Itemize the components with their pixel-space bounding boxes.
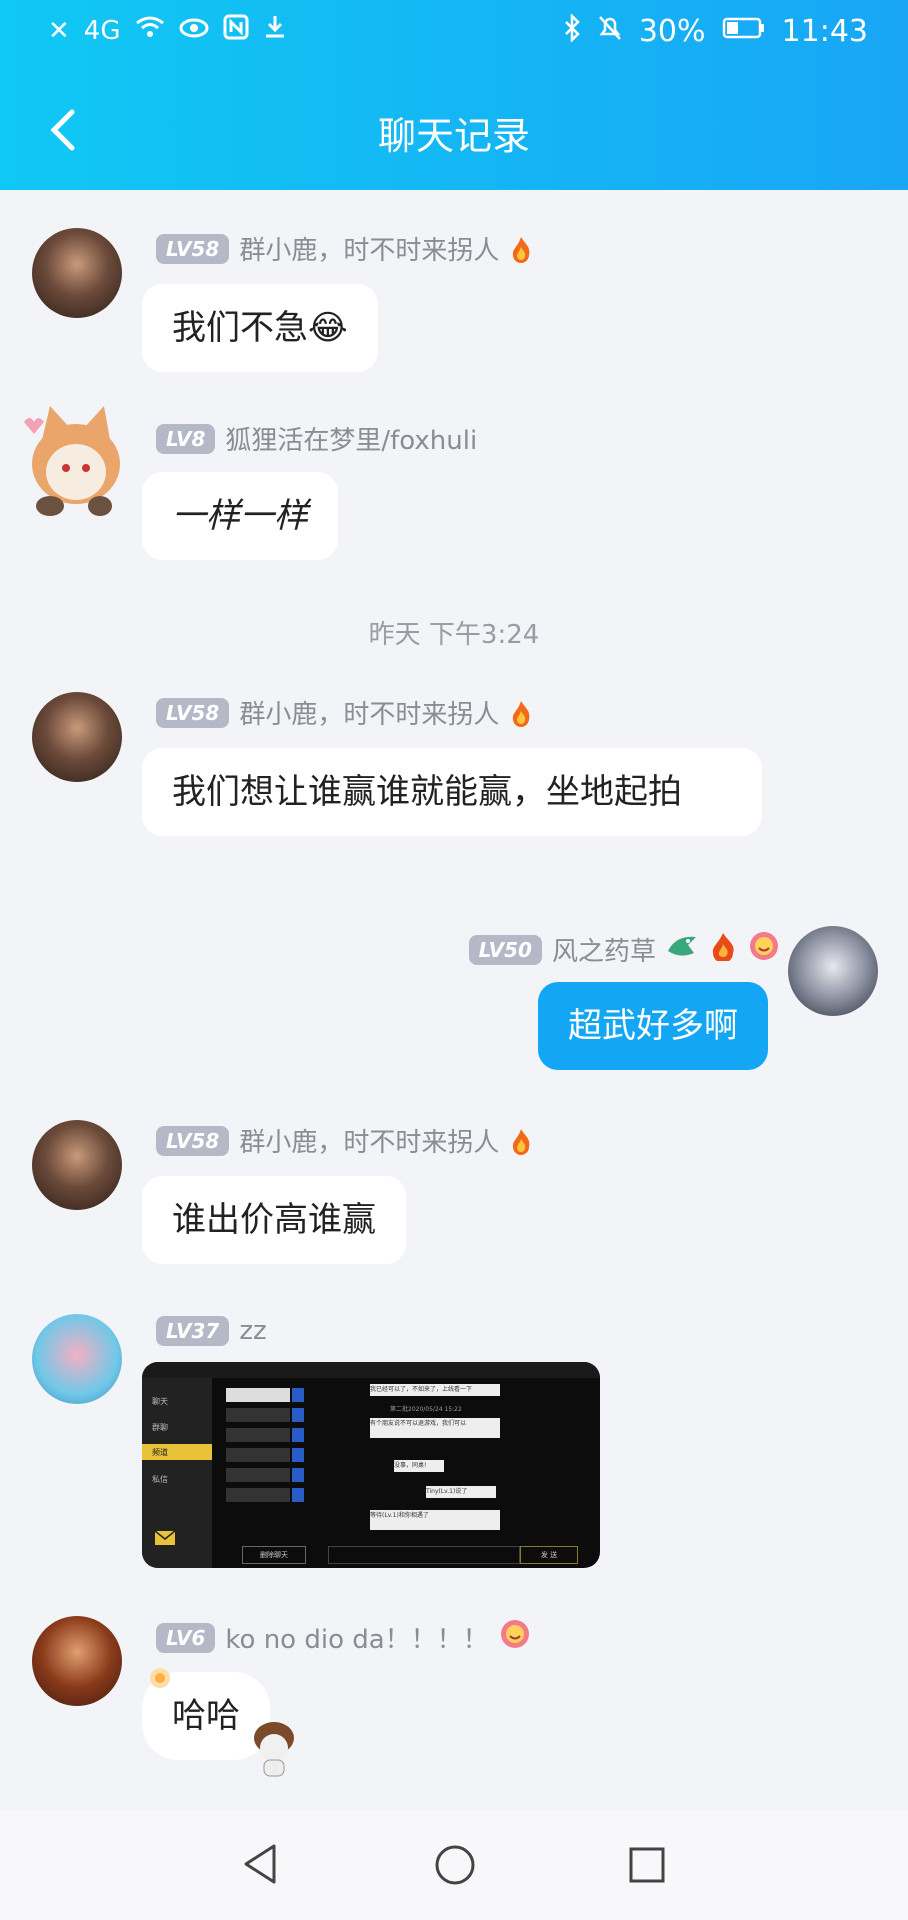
sender-name[interactable]: 群小鹿，时不时来拐人 [239, 230, 499, 267]
image-chat-line: 我已经可以了，不如来了，上线看一下 [370, 1384, 500, 1396]
flame-icon [509, 1127, 533, 1155]
sender-name[interactable]: 群小鹿，时不时来拐人 [239, 1122, 499, 1159]
image-tab: 群聊 [152, 1423, 168, 1432]
avatar[interactable] [32, 692, 122, 782]
image-channel-list [226, 1388, 290, 1518]
flame-icon [509, 699, 533, 727]
sender-line: LV58 群小鹿，时不时来拐人 [156, 230, 533, 267]
bluetooth-icon [563, 12, 581, 49]
level-badge: LV8 [156, 423, 216, 454]
image-tab-active: 频道 [142, 1444, 212, 1460]
image-message[interactable]: 聊天 群聊 频道 私信 我已经可以了，不如来了，上线看一下 第二批2020/05… [142, 1362, 600, 1568]
level-badge: LV6 [156, 1622, 216, 1653]
sender-line: LV37 zz [156, 1316, 267, 1346]
system-nav-bar [0, 1810, 908, 1920]
sender-name[interactable]: zz [239, 1316, 266, 1346]
nav-home-button[interactable] [434, 1844, 476, 1890]
avatar[interactable] [32, 1120, 122, 1210]
flower-badge-icon [499, 1618, 531, 1657]
image-tab: 私信 [152, 1475, 168, 1484]
circle-home-icon [435, 1845, 475, 1885]
image-sidebar: 聊天 群聊 频道 私信 [142, 1378, 212, 1568]
dragon-badge-icon [666, 931, 698, 968]
status-left: ✕ 4G [48, 14, 287, 47]
nav-back-button[interactable] [240, 1842, 280, 1890]
my-message-bubble[interactable]: 超武好多啊 [538, 982, 768, 1070]
bubble-pet-icon [248, 1718, 300, 1784]
image-send-button: 发 送 [520, 1546, 578, 1564]
triangle-back-icon [244, 1844, 276, 1884]
message-bubble[interactable]: 我们不急😂 [142, 284, 378, 372]
signal-4g-icon: 4G [83, 15, 121, 46]
page-title: 聊天记录 [377, 114, 530, 158]
image-mail-icon [154, 1530, 176, 1550]
nav-recents-button[interactable] [628, 1846, 666, 1888]
image-input [328, 1546, 520, 1564]
image-clear-button: 删除聊天 [242, 1546, 306, 1564]
sender-line: LV6 ko no dio da！！！！ [156, 1618, 531, 1657]
image-chat-line: 有个朋友说不可以退游戏，我们可以 [370, 1418, 500, 1438]
square-recents-icon [629, 1847, 665, 1883]
level-badge: LV58 [156, 697, 230, 728]
status-right: 30% 11:43 [563, 12, 868, 49]
download-icon [263, 14, 287, 47]
image-chat-line: Tiny(Lv.1)说了 [426, 1486, 496, 1498]
no-sim-icon: ✕ [48, 15, 70, 46]
avatar[interactable] [32, 1616, 122, 1706]
sender-line: LV58 群小鹿，时不时来拐人 [156, 694, 533, 731]
message-bubble[interactable]: 谁出价高谁赢 [142, 1176, 406, 1264]
fox-avatar-icon [24, 406, 120, 516]
flame-icon [509, 235, 533, 263]
my-avatar[interactable] [788, 926, 878, 1016]
bubble-spark-icon [146, 1664, 174, 1696]
battery-icon [722, 16, 766, 47]
sender-line: LV58 群小鹿，时不时来拐人 [156, 1122, 533, 1159]
level-badge: LV37 [156, 1316, 230, 1346]
image-chat-line: 等待(Lv.1)和你相遇了 [370, 1510, 500, 1530]
avatar[interactable] [32, 1314, 122, 1404]
sender-name[interactable]: 风之药草 [552, 931, 656, 968]
mute-bell-icon [597, 14, 623, 49]
sender-line: LV8 狐狸活在梦里/foxhuli [156, 420, 477, 457]
sender-name[interactable]: 狐狸活在梦里/foxhuli [225, 420, 477, 457]
time-divider: 昨天 下午3:24 [368, 620, 540, 650]
image-user-icons [292, 1388, 304, 1518]
level-badge: LV58 [156, 1125, 230, 1156]
wifi-icon [135, 15, 165, 46]
clock: 11:43 [781, 14, 868, 49]
image-chat-line: 第二批2020/05/24 15:22 [390, 1406, 462, 1413]
sender-line: LV50 风之药草 [468, 930, 780, 969]
fire-badge-icon [708, 931, 738, 968]
avatar[interactable] [20, 400, 132, 522]
status-bar: ✕ 4G 30% 11:43 [0, 0, 908, 80]
image-tab: 聊天 [152, 1397, 168, 1406]
eye-icon [179, 16, 209, 46]
level-badge: LV58 [156, 233, 230, 264]
image-chat-line: 没事，同桌! [394, 1460, 444, 1472]
sender-name[interactable]: ko no dio da！！！！ [225, 1619, 488, 1656]
message-bubble[interactable]: 我们想让谁赢谁就能赢，坐地起拍 [142, 748, 762, 836]
battery-percent: 30% [638, 14, 706, 49]
nfc-icon [223, 14, 249, 47]
sender-name[interactable]: 群小鹿，时不时来拐人 [239, 694, 499, 731]
image-topbar [142, 1362, 600, 1378]
level-badge: LV50 [468, 934, 542, 965]
message-bubble[interactable]: 一样一样 [142, 472, 338, 560]
avatar[interactable] [32, 228, 122, 318]
flower-badge-icon [748, 930, 780, 969]
